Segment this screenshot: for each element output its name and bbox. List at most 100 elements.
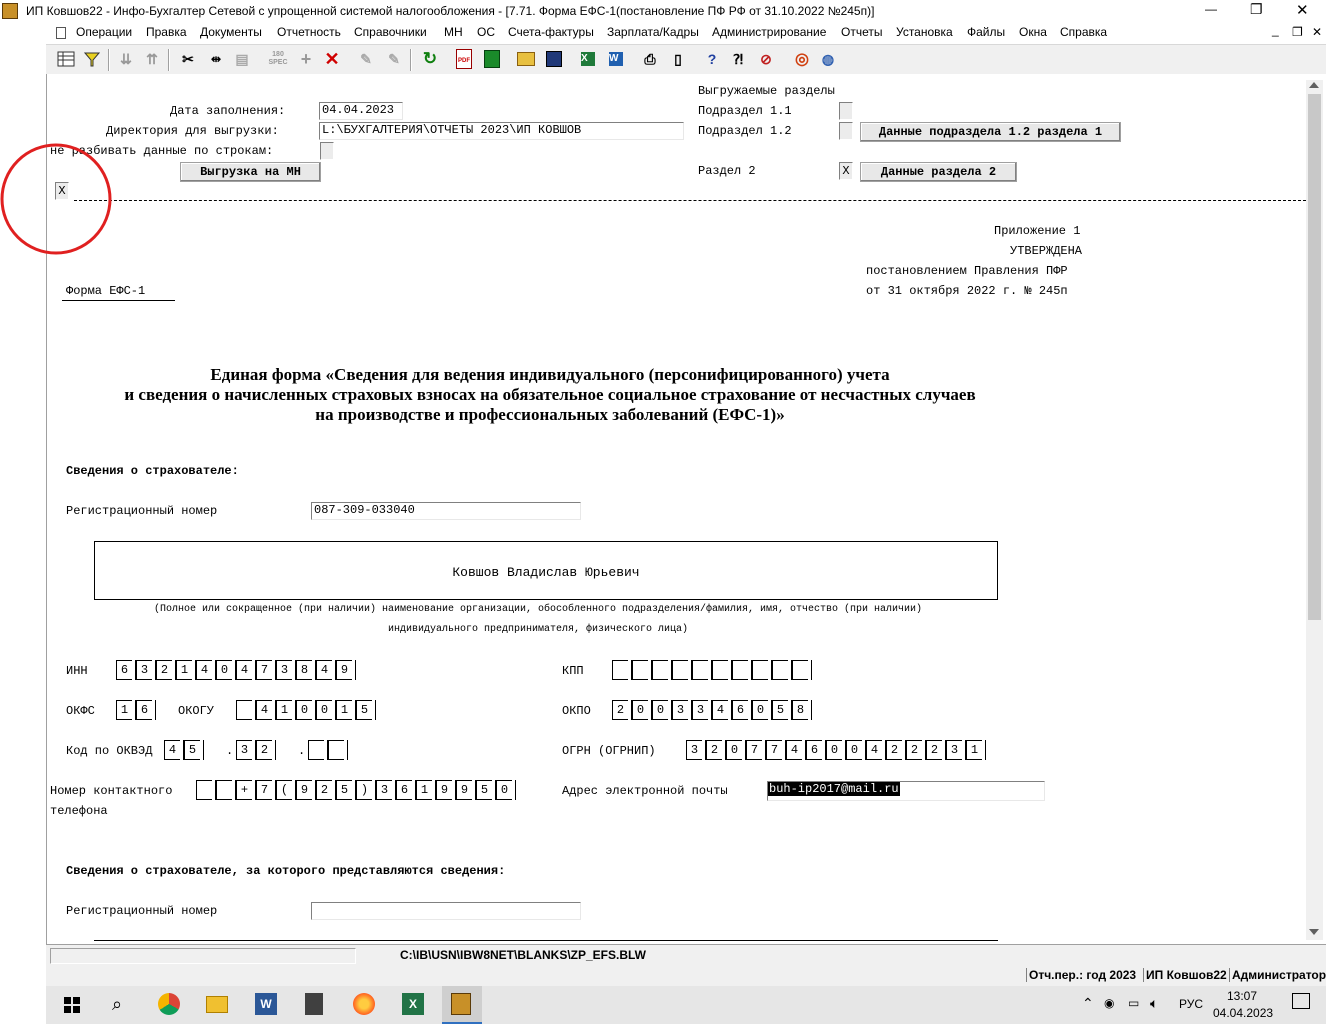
delete-icon[interactable]: ✕ xyxy=(322,49,342,69)
digit-cell[interactable] xyxy=(712,660,732,680)
globe-icon[interactable]: ◍ xyxy=(818,49,838,69)
sub12-checkbox[interactable] xyxy=(839,122,853,140)
sort-desc-icon[interactable]: ⇈ xyxy=(142,49,162,69)
word-app-icon[interactable]: W xyxy=(255,993,277,1015)
mdi-restore-button[interactable]: ❐ xyxy=(1292,25,1303,39)
tray-date[interactable]: 04.04.2023 xyxy=(1213,1006,1273,1020)
brush-icon[interactable]: ✎ xyxy=(356,49,376,69)
excel-icon[interactable]: X xyxy=(578,49,598,69)
digit-cell[interactable]: 0 xyxy=(752,700,772,720)
rotate-180-icon[interactable]: 180 SPEC xyxy=(268,49,288,69)
dir-field[interactable]: L:\БУХГАЛТЕРИЯ\ОТЧЕТЫ 2023\ИП КОВШОВ xyxy=(319,122,684,140)
app-icon[interactable] xyxy=(2,3,18,19)
context-help-icon[interactable]: ⁈ xyxy=(728,49,748,69)
reg2-field[interactable] xyxy=(311,902,581,920)
digit-cell[interactable]: 0 xyxy=(316,700,336,720)
menu-reporting[interactable]: Отчетность xyxy=(277,25,341,39)
digit-cell[interactable]: 1 xyxy=(416,780,436,800)
restore-button[interactable]: ❐ xyxy=(1250,1,1263,18)
menu-help[interactable]: Справка xyxy=(1060,25,1107,39)
digit-cell[interactable]: 8 xyxy=(296,660,316,680)
digit-cell[interactable] xyxy=(328,740,348,760)
menu-documents[interactable]: Документы xyxy=(200,25,262,39)
close-button[interactable]: ✕ xyxy=(1296,1,1309,19)
tray-time[interactable]: 13:07 xyxy=(1227,989,1257,1003)
explorer-icon[interactable] xyxy=(206,996,228,1013)
tray-network-icon[interactable]: ▭ xyxy=(1128,996,1139,1010)
digit-cell[interactable]: 7 xyxy=(766,740,786,760)
digit-cell[interactable] xyxy=(216,780,236,800)
digit-cell[interactable] xyxy=(612,660,632,680)
digit-cell[interactable]: 0 xyxy=(216,660,236,680)
split-icon[interactable]: ⇹ xyxy=(206,49,226,69)
okved-cells-3[interactable] xyxy=(308,740,348,760)
grid-icon[interactable] xyxy=(56,49,76,69)
digit-cell[interactable]: 9 xyxy=(296,780,316,800)
digit-cell[interactable]: 2 xyxy=(612,700,632,720)
chrome-icon[interactable] xyxy=(158,993,180,1015)
paste-icon[interactable]: ▤ xyxy=(232,49,252,69)
digit-cell[interactable]: 4 xyxy=(256,700,276,720)
menu-reports[interactable]: Отчеты xyxy=(841,25,882,39)
digit-cell[interactable] xyxy=(692,660,712,680)
save-icon[interactable] xyxy=(544,49,564,69)
digit-cell[interactable]: 2 xyxy=(256,740,276,760)
okpo-cells[interactable]: 2003346058 xyxy=(612,700,812,720)
digit-cell[interactable]: 3 xyxy=(692,700,712,720)
vertical-scrollbar[interactable] xyxy=(1306,80,1323,940)
digit-cell[interactable]: 3 xyxy=(136,660,156,680)
scroll-thumb[interactable] xyxy=(1308,94,1321,620)
print-icon[interactable]: ⎙ xyxy=(640,49,660,69)
filter-icon[interactable] xyxy=(82,49,102,69)
digit-cell[interactable]: 5 xyxy=(336,780,356,800)
email-field[interactable]: buh-ip2017@mail.ru xyxy=(767,781,1045,801)
menu-windows[interactable]: Окна xyxy=(1019,25,1047,39)
menu-edit[interactable]: Правка xyxy=(146,25,187,39)
digit-cell[interactable]: 2 xyxy=(156,660,176,680)
digit-cell[interactable]: 4 xyxy=(164,740,184,760)
digit-cell[interactable]: 2 xyxy=(886,740,906,760)
digit-cell[interactable]: 7 xyxy=(746,740,766,760)
digit-cell[interactable]: 9 xyxy=(436,780,456,800)
digit-cell[interactable]: 7 xyxy=(256,660,276,680)
tray-camera-icon[interactable]: ◉ xyxy=(1104,996,1114,1010)
infobuh-app-icon[interactable] xyxy=(442,986,482,1024)
minimize-button[interactable]: — xyxy=(1205,2,1217,16)
digit-cell[interactable]: 7 xyxy=(256,780,276,800)
mdi-close-button[interactable]: ✕ xyxy=(1312,25,1322,39)
digit-cell[interactable]: 0 xyxy=(826,740,846,760)
digit-cell[interactable]: 1 xyxy=(116,700,136,720)
digit-cell[interactable]: 5 xyxy=(772,700,792,720)
digit-cell[interactable] xyxy=(772,660,792,680)
sub11-checkbox[interactable] xyxy=(839,102,853,120)
brush2-icon[interactable]: ✎ xyxy=(384,49,404,69)
export-mn-button[interactable]: Выгрузка на МН xyxy=(180,162,321,182)
digit-cell[interactable]: 5 xyxy=(184,740,204,760)
digit-cell[interactable] xyxy=(652,660,672,680)
digit-cell[interactable]: 3 xyxy=(236,740,256,760)
digit-cell[interactable]: 6 xyxy=(116,660,136,680)
tray-language[interactable]: РУС xyxy=(1179,997,1203,1011)
digit-cell[interactable]: 2 xyxy=(906,740,926,760)
digit-cell[interactable]: 6 xyxy=(136,700,156,720)
digit-cell[interactable] xyxy=(792,660,812,680)
okved-cells-2[interactable]: 32 xyxy=(236,740,276,760)
menu-references[interactable]: Справочники xyxy=(354,25,427,39)
help-icon[interactable]: ? xyxy=(702,49,722,69)
okved-cells-1[interactable]: 45 xyxy=(164,740,204,760)
digit-cell[interactable]: 4 xyxy=(196,660,216,680)
scroll-up-icon[interactable] xyxy=(1309,82,1319,88)
split-checkbox[interactable] xyxy=(320,142,334,160)
menu-admin[interactable]: Администрирование xyxy=(712,25,826,39)
date-field[interactable]: 04.04.2023 xyxy=(319,102,403,120)
excel-app-icon[interactable]: X xyxy=(402,993,424,1015)
sub12-data-button[interactable]: Данные подраздела 1.2 раздела 1 xyxy=(860,122,1121,142)
tray-volume-icon[interactable]: 🔈︎ xyxy=(1150,995,1158,1012)
digit-cell[interactable]: 0 xyxy=(296,700,316,720)
pdf-icon[interactable]: PDF xyxy=(454,49,474,69)
calculator-app-icon[interactable] xyxy=(305,993,323,1015)
digit-cell[interactable] xyxy=(632,660,652,680)
menu-mn[interactable]: МН xyxy=(444,25,463,39)
scroll-down-icon[interactable] xyxy=(1309,929,1319,935)
digit-cell[interactable] xyxy=(672,660,692,680)
